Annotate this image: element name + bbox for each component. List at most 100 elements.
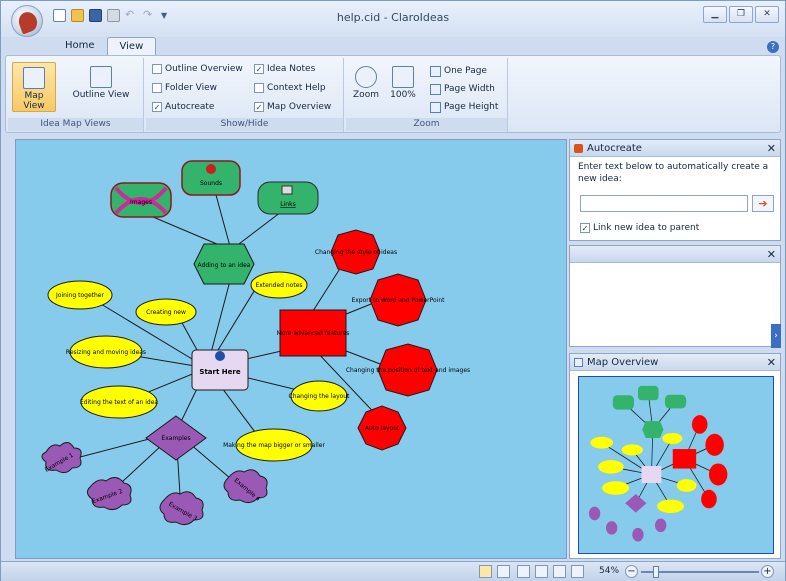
- outline-view-icon: [90, 66, 112, 88]
- page-width-icon[interactable]: [535, 565, 548, 578]
- status-bar: 54% − +: [1, 561, 785, 581]
- idea-resizing[interactable]: Resizing and moving ideas: [66, 335, 146, 369]
- idea-changing-style[interactable]: Changing the style of ideas: [315, 229, 397, 275]
- idea-adding-label: Adding to an idea: [198, 262, 251, 269]
- idea-creating-label: Creating new: [146, 309, 186, 316]
- idea-notes-checkbox[interactable]: ✓ Idea Notes: [254, 62, 315, 76]
- idea-images-label: Images: [130, 199, 152, 206]
- idea-joining-label: Joining together: [55, 292, 104, 299]
- idea-map-canvas[interactable]: Sounds Images Links Adding to an idea Ex…: [15, 139, 567, 559]
- sound-icon: [206, 164, 216, 174]
- tab-view[interactable]: View: [106, 37, 157, 55]
- idea-editing-text[interactable]: Editing the text of an idea: [80, 385, 159, 419]
- group-idea-map-views: Map View Outline View Idea Map Views: [8, 58, 144, 132]
- right-panels: Autocreate ✕ Enter text below to automat…: [569, 139, 781, 559]
- idea-making-map[interactable]: Making the map bigger or smaller: [223, 428, 325, 462]
- idea-start-here[interactable]: Start Here: [191, 349, 249, 391]
- map-overview-viewport[interactable]: [578, 376, 774, 554]
- zoom-out-button[interactable]: −: [625, 565, 638, 578]
- one-page-label: One Page: [444, 66, 487, 76]
- idea-example-2[interactable]: Example 2: [86, 477, 132, 511]
- map-overview-checkbox[interactable]: ✓ Map Overview: [254, 100, 331, 114]
- one-page-icon: [430, 65, 441, 77]
- idea-changing-position[interactable]: Changing the position of text and images: [346, 343, 470, 397]
- zoom-button[interactable]: Zoom: [348, 62, 384, 112]
- zoom-in-button[interactable]: +: [761, 565, 774, 578]
- one-page-button[interactable]: One Page: [430, 64, 487, 78]
- map-view-icon: [23, 67, 45, 89]
- autocreate-panel: Autocreate ✕ Enter text below to automat…: [569, 139, 781, 241]
- idea-adding-to-an-idea[interactable]: Adding to an idea: [193, 243, 255, 285]
- restore-button[interactable]: ❐: [729, 6, 753, 23]
- folder-view-checkbox[interactable]: Folder View: [152, 81, 217, 95]
- outline-view-button[interactable]: Outline View: [68, 62, 134, 112]
- idea-joining-together[interactable]: Joining together: [47, 280, 113, 310]
- autocreate-panel-header: Autocreate ✕: [570, 140, 780, 157]
- idea-examples[interactable]: Examples: [145, 415, 207, 461]
- idea-export[interactable]: Export to Word and PowerPoint: [351, 273, 445, 327]
- window-controls: ▁ ❐ ✕: [703, 6, 779, 23]
- idea-start-here-label: Start Here: [199, 368, 240, 376]
- idea-changing-layout[interactable]: Changing the layout: [289, 380, 351, 412]
- idea-notes-panel: ✕ ›: [569, 245, 781, 348]
- tab-home[interactable]: Home: [53, 37, 107, 55]
- idea-auto-layout[interactable]: Auto layout: [357, 405, 407, 451]
- idea-sounds-label: Sounds: [200, 180, 222, 187]
- autocreate-label: Autocreate: [165, 102, 215, 112]
- page-height-icon: [430, 101, 441, 113]
- context-help-label: Context Help: [267, 83, 326, 93]
- autocreate-input-row: ➔: [580, 195, 774, 212]
- map-view-button[interactable]: Map View: [12, 62, 56, 112]
- outline-overview-checkbox[interactable]: Outline Overview: [152, 62, 243, 76]
- zoom-100-button[interactable]: 100%: [386, 62, 420, 112]
- page-width-icon: [430, 83, 441, 95]
- page-width-label: Page Width: [444, 84, 495, 94]
- idea-links[interactable]: Links: [257, 181, 319, 215]
- help-icon[interactable]: ?: [767, 41, 779, 53]
- minimize-button[interactable]: ▁: [703, 6, 727, 23]
- fit-icon[interactable]: [571, 565, 584, 578]
- map-layout-icon[interactable]: [479, 565, 492, 578]
- idea-extended-notes[interactable]: Extended notes: [250, 271, 308, 299]
- idea-example-1[interactable]: Example 1: [41, 442, 82, 474]
- idea-changing-style-label: Changing the style of ideas: [315, 249, 397, 256]
- idea-creating-new[interactable]: Creating new: [135, 298, 197, 326]
- map-view-label: Map View: [23, 91, 45, 111]
- idea-changing-position-label: Changing the position of text and images: [346, 367, 470, 374]
- autocreate-input[interactable]: [580, 195, 748, 212]
- outline-view-label: Outline View: [72, 90, 130, 100]
- close-icon[interactable]: ✕: [767, 248, 776, 261]
- close-button[interactable]: ✕: [755, 6, 779, 23]
- idea-example-3[interactable]: Example 3: [159, 491, 204, 526]
- zoom-label: Zoom: [353, 90, 379, 100]
- one-page-icon[interactable]: [517, 565, 530, 578]
- panel-collapse-tab[interactable]: ›: [771, 324, 781, 348]
- page-height-button[interactable]: Page Height: [430, 100, 498, 114]
- idea-example-4[interactable]: Example 4: [223, 469, 268, 504]
- page-width-button[interactable]: Page Width: [430, 82, 495, 96]
- close-icon[interactable]: ✕: [767, 142, 776, 155]
- zoom-slider[interactable]: [641, 566, 759, 578]
- autocreate-checkbox[interactable]: ✓ Autocreate: [152, 100, 214, 114]
- idea-more-advanced[interactable]: More advanced features: [277, 309, 350, 357]
- idea-auto-layout-label: Auto layout: [365, 425, 400, 432]
- idea-notes-label: Idea Notes: [267, 64, 316, 74]
- context-help-checkbox[interactable]: Context Help: [254, 81, 326, 95]
- close-icon[interactable]: ✕: [767, 356, 776, 369]
- page-height-icon[interactable]: [553, 565, 566, 578]
- outline-layout-icon[interactable]: [497, 565, 510, 578]
- link-to-parent-checkbox[interactable]: ✓ Link new idea to parent: [580, 221, 699, 235]
- autocreate-submit-button[interactable]: ➔: [752, 195, 774, 212]
- map-overview-title: Map Overview: [587, 356, 659, 368]
- zoom-slider-thumb[interactable]: [653, 566, 659, 578]
- window-title: help.cid - ClaroIdeas: [336, 11, 450, 24]
- idea-sounds[interactable]: Sounds: [181, 160, 241, 196]
- map-overview-thumbnail: [588, 385, 728, 542]
- autocreate-icon: [574, 143, 583, 153]
- idea-extended-label: Extended notes: [255, 282, 302, 289]
- link-to-parent-label: Link new idea to parent: [593, 223, 700, 233]
- idea-images[interactable]: Images: [110, 182, 172, 218]
- idea-links-label: Links: [280, 201, 295, 208]
- link-icon: [281, 185, 293, 195]
- idea-changing-layout-label: Changing the layout: [289, 393, 351, 400]
